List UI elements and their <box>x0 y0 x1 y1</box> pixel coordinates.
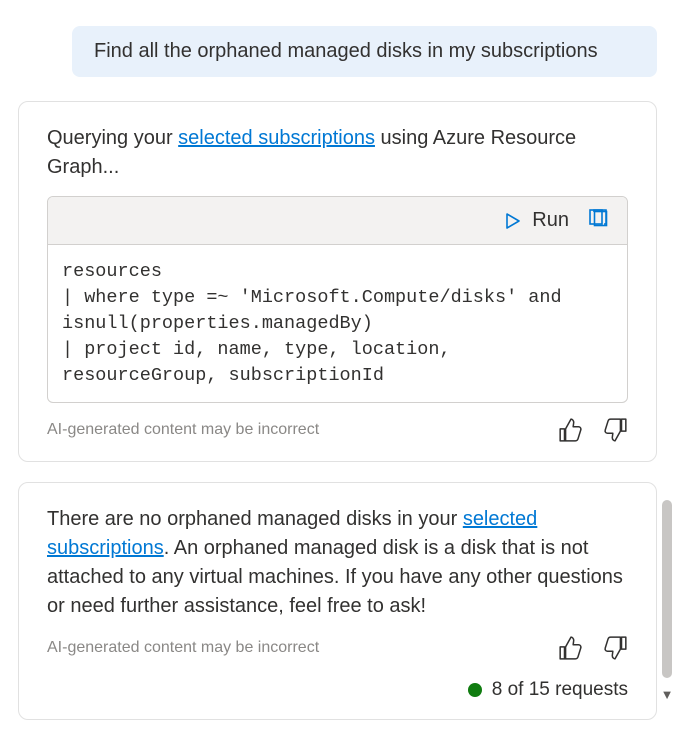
thumbs-down-button[interactable] <box>602 417 628 443</box>
thumbs-up-button[interactable] <box>558 417 584 443</box>
selected-subscriptions-link[interactable]: selected subscriptions <box>178 127 375 149</box>
assistant-message-2: There are no orphaned managed disks in y… <box>47 505 628 621</box>
play-icon <box>502 211 522 231</box>
card-footer-2: AI-generated content may be incorrect <box>47 635 628 661</box>
code-content[interactable]: resources | where type =~ 'Microsoft.Com… <box>48 245 627 402</box>
copy-icon <box>587 207 609 234</box>
ai-disclaimer: AI-generated content may be incorrect <box>47 421 319 439</box>
feedback-buttons <box>558 417 628 443</box>
thumbs-up-icon <box>558 417 584 443</box>
thumbs-down-button-2[interactable] <box>602 635 628 661</box>
assistant-card-query: Querying your selected subscriptions usi… <box>18 101 657 462</box>
status-dot-icon <box>468 683 482 697</box>
run-button[interactable]: Run <box>502 209 569 232</box>
scrollbar-thumb[interactable] <box>662 500 672 678</box>
copy-button[interactable] <box>587 207 609 234</box>
scroll-down-arrow-icon[interactable]: ▼ <box>659 687 675 702</box>
user-message-bubble: Find all the orphaned managed disks in m… <box>72 26 657 77</box>
assistant-message-1: Querying your selected subscriptions usi… <box>47 124 628 182</box>
thumbs-up-button-2[interactable] <box>558 635 584 661</box>
thumbs-up-icon <box>558 635 584 661</box>
text-prefix-2: There are no orphaned managed disks in y… <box>47 508 463 530</box>
assistant-card-result: There are no orphaned managed disks in y… <box>18 482 657 720</box>
request-count-text: 8 of 15 requests <box>492 679 628 701</box>
code-toolbar: Run <box>48 197 627 245</box>
ai-disclaimer-2: AI-generated content may be incorrect <box>47 639 319 657</box>
run-label: Run <box>532 209 569 232</box>
card-footer: AI-generated content may be incorrect <box>47 417 628 443</box>
user-message-text: Find all the orphaned managed disks in m… <box>94 40 598 62</box>
thumbs-down-icon <box>602 417 628 443</box>
code-block: Run resources | where type =~ 'Microsoft… <box>47 196 628 403</box>
text-prefix: Querying your <box>47 127 178 149</box>
feedback-buttons-2 <box>558 635 628 661</box>
request-count: 8 of 15 requests <box>47 661 628 701</box>
thumbs-down-icon <box>602 635 628 661</box>
chat-area: Find all the orphaned managed disks in m… <box>0 0 675 750</box>
